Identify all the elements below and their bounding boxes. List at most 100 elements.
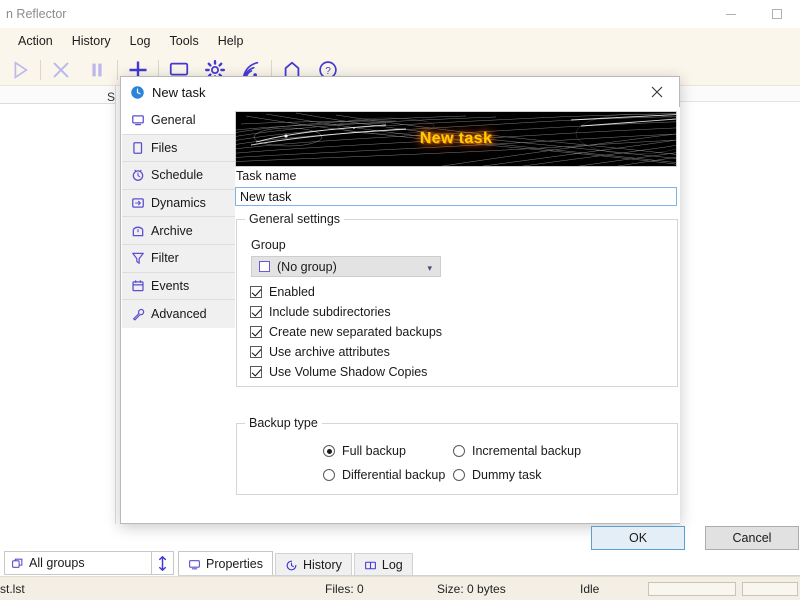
nav-item-events[interactable]: Events	[122, 272, 235, 301]
funnel-icon	[132, 252, 144, 265]
ok-button[interactable]: OK	[591, 526, 685, 550]
stop-button[interactable]	[43, 55, 79, 85]
tab-properties-label: Properties	[206, 557, 263, 571]
tab-history[interactable]: History	[274, 553, 352, 576]
bottom-tabstrip: Properties History Log	[178, 551, 413, 576]
ok-button-label: OK	[628, 531, 648, 545]
close-x-icon	[53, 62, 69, 77]
status-progress-2	[742, 581, 798, 596]
radio-full-backup-button	[323, 445, 335, 457]
nav-item-files-label: Files	[151, 140, 178, 155]
nav-item-filter[interactable]: Filter	[122, 244, 235, 273]
general-settings-group: General settings Group (No group) ▾ Enab…	[236, 212, 678, 387]
minimize-button[interactable]	[708, 0, 754, 28]
checkbox-use-archive-attributes[interactable]: Use archive attributes	[250, 345, 390, 359]
groups-combobox[interactable]: All groups	[4, 551, 152, 575]
dialog-nav-filler	[122, 355, 235, 523]
maximize-button[interactable]	[754, 0, 800, 28]
menu-action[interactable]: Action	[10, 31, 61, 51]
left-pane-body	[0, 104, 116, 524]
left-pane-partial-label: S	[107, 90, 116, 104]
nav-item-advanced[interactable]: Advanced	[122, 300, 235, 328]
clock-icon	[132, 170, 144, 182]
nav-item-schedule-label: Schedule	[151, 168, 204, 183]
nav-item-files[interactable]: Files	[122, 134, 235, 163]
nav-item-dynamics[interactable]: Dynamics	[122, 189, 235, 218]
right-pane-header	[676, 86, 800, 102]
tab-properties[interactable]: Properties	[178, 551, 273, 576]
status-state: Idle	[580, 581, 600, 596]
groups-icon	[12, 558, 23, 568]
radio-differential-backup-button	[323, 469, 335, 481]
archive-box-icon	[132, 226, 144, 236]
wrench-icon	[132, 308, 145, 321]
checkbox-create-new-separated-backups[interactable]: Create new separated backups	[250, 325, 442, 339]
checkbox-create-new-separated-backups-box	[250, 326, 262, 338]
monitor-icon	[132, 115, 144, 126]
menu-history[interactable]: History	[64, 31, 119, 51]
menu-tools[interactable]: Tools	[162, 31, 207, 51]
left-pane-header: S	[0, 86, 116, 104]
window-title: n Reflector	[6, 7, 67, 21]
dynamics-icon	[132, 198, 144, 208]
backup-type-legend: Backup type	[245, 416, 322, 430]
pane-splitter-handle[interactable]	[152, 551, 174, 575]
task-name-input[interactable]	[235, 187, 677, 206]
calendar-icon	[132, 280, 144, 292]
checkbox-enabled-box	[250, 286, 262, 298]
cancel-button[interactable]: Cancel	[705, 526, 799, 550]
dialog-nav: General Files Schedule Dynamics Archive …	[122, 107, 235, 523]
maximize-icon	[772, 9, 782, 19]
groups-combobox-label: All groups	[29, 556, 85, 570]
chevron-down-icon: ▾	[427, 263, 432, 273]
radio-dummy-task[interactable]: Dummy task	[453, 468, 541, 482]
run-button[interactable]	[2, 55, 38, 85]
status-path: st.lst	[0, 581, 25, 596]
nav-item-schedule[interactable]: Schedule	[122, 162, 235, 190]
statusbar: st.lst Files: 0 Size: 0 bytes Idle	[0, 576, 800, 600]
checkbox-enabled[interactable]: Enabled	[250, 285, 315, 299]
play-icon	[14, 60, 28, 79]
window-controls	[708, 0, 800, 28]
checkbox-use-volume-shadow-copies-box	[250, 366, 262, 378]
radio-incremental-backup[interactable]: Incremental backup	[453, 444, 581, 458]
pause-button[interactable]	[79, 55, 115, 85]
nav-item-archive[interactable]: Archive	[122, 217, 235, 245]
nav-item-general-label: General	[151, 113, 196, 128]
checkbox-include-subdirectories-box	[250, 306, 262, 318]
minimize-icon	[726, 13, 736, 15]
pause-icon	[92, 63, 102, 76]
radio-incremental-backup-button	[453, 445, 465, 457]
nav-item-general[interactable]: General	[122, 107, 235, 135]
radio-full-backup[interactable]: Full backup	[323, 444, 406, 458]
radio-differential-backup-label: Differential backup	[342, 468, 446, 482]
toolbar-separator	[117, 59, 118, 80]
checkbox-use-volume-shadow-copies[interactable]: Use Volume Shadow Copies	[250, 365, 427, 379]
nav-item-archive-label: Archive	[151, 223, 193, 238]
menu-log[interactable]: Log	[122, 31, 159, 51]
checkbox-use-archive-attributes-label: Use archive attributes	[269, 345, 390, 359]
dialog-body: New task Task name General settings Grou…	[235, 107, 799, 550]
dialog-title: New task	[152, 84, 206, 100]
dialog-titlebar: New task	[121, 77, 679, 107]
tab-log-label: Log	[381, 558, 403, 572]
checkbox-use-archive-attributes-box	[250, 346, 262, 358]
dialog-close-button[interactable]	[635, 77, 679, 107]
radio-differential-backup[interactable]: Differential backup	[323, 468, 445, 482]
file-icon	[133, 141, 143, 154]
task-name-label: Task name	[236, 169, 297, 183]
log-book-icon	[364, 561, 376, 569]
menu-help[interactable]: Help	[210, 31, 252, 51]
tab-history-label: History	[302, 558, 342, 572]
group-color-swatch	[259, 261, 270, 272]
monitor-icon	[189, 559, 200, 569]
group-combobox[interactable]: (No group) ▾	[251, 256, 441, 277]
backup-type-group: Backup type Full backup Incremental back…	[236, 416, 678, 495]
nav-item-advanced-label: Advanced	[151, 306, 207, 321]
tab-log[interactable]: Log	[353, 553, 413, 576]
new-task-dialog: New task General Files Schedule Dynamics…	[120, 76, 799, 550]
close-icon	[651, 86, 663, 98]
window-titlebar: n Reflector	[0, 0, 800, 28]
checkbox-use-volume-shadow-copies-label: Use Volume Shadow Copies	[269, 365, 428, 379]
checkbox-include-subdirectories[interactable]: Include subdirectories	[250, 305, 391, 319]
